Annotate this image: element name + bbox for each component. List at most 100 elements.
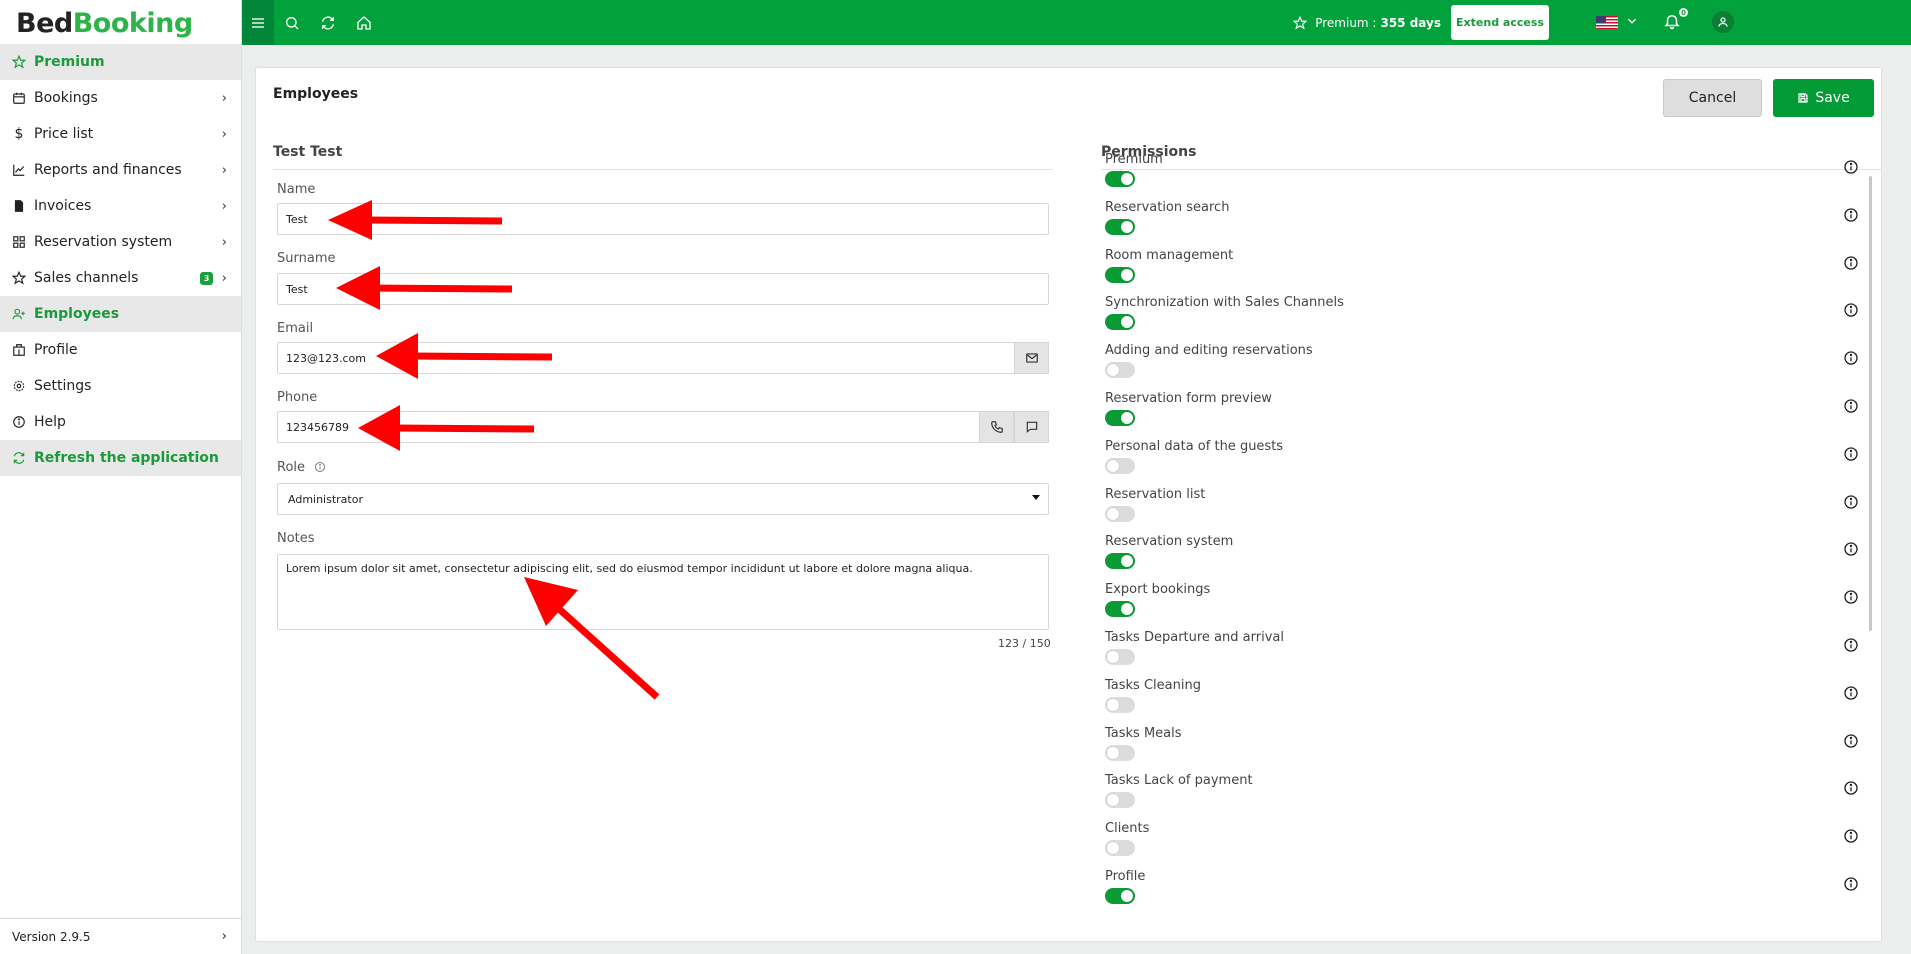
call-button[interactable] bbox=[979, 411, 1014, 443]
user-plus-icon bbox=[12, 307, 26, 321]
permission-toggle[interactable] bbox=[1105, 888, 1135, 904]
permission-toggle[interactable] bbox=[1105, 649, 1135, 665]
us-flag-icon[interactable] bbox=[1596, 15, 1618, 29]
search-icon bbox=[286, 16, 299, 29]
info-icon[interactable] bbox=[1843, 159, 1859, 175]
permission-toggle[interactable] bbox=[1105, 505, 1135, 522]
permission-toggle[interactable] bbox=[1105, 218, 1135, 235]
sync-button[interactable] bbox=[310, 0, 346, 45]
role-select[interactable]: Administrator bbox=[277, 483, 1049, 515]
permission-toggle[interactable] bbox=[1105, 410, 1135, 426]
app-logo[interactable]: BedBooking bbox=[0, 0, 241, 44]
sidebar-item-settings[interactable]: Settings bbox=[0, 368, 241, 404]
permission-toggle[interactable] bbox=[1105, 744, 1135, 761]
save-button[interactable]: Save bbox=[1773, 79, 1874, 117]
hamburger-icon bbox=[252, 17, 264, 28]
info-icon[interactable] bbox=[1843, 637, 1859, 653]
permission-row: Personal data of the guests bbox=[1101, 439, 1861, 487]
permissions-scrollbar[interactable] bbox=[1869, 176, 1872, 631]
sidebar-item-sales-channels[interactable]: Sales channels 3 › bbox=[0, 260, 241, 296]
permission-toggle[interactable] bbox=[1105, 840, 1135, 857]
permission-toggle[interactable] bbox=[1105, 696, 1135, 713]
chevron-down-icon[interactable] bbox=[1625, 13, 1639, 32]
version-label: Version 2.9.5 bbox=[12, 929, 91, 944]
sidebar-item-label: Reservation system bbox=[34, 234, 173, 250]
info-icon[interactable] bbox=[1843, 255, 1859, 271]
permission-toggle[interactable] bbox=[1105, 266, 1135, 283]
sidebar-item-label: Reports and finances bbox=[34, 162, 182, 178]
grid-icon bbox=[12, 235, 26, 249]
sidebar-item-label: Employees bbox=[34, 306, 120, 322]
permission-toggle[interactable] bbox=[1105, 314, 1135, 331]
home-icon bbox=[357, 15, 371, 30]
permission-toggle[interactable] bbox=[1105, 553, 1135, 570]
phone-input[interactable]: 123456789 bbox=[277, 411, 980, 443]
info-icon[interactable] bbox=[1843, 302, 1859, 318]
info-icon[interactable] bbox=[1843, 207, 1859, 223]
info-icon[interactable] bbox=[1843, 589, 1859, 605]
sms-button[interactable] bbox=[1014, 411, 1049, 443]
info-icon[interactable] bbox=[1843, 685, 1859, 701]
permission-row: Reservation list bbox=[1101, 487, 1861, 535]
surname-input[interactable]: Test bbox=[277, 273, 1049, 305]
sidebar-item-employees[interactable]: Employees bbox=[0, 296, 241, 332]
version-footer[interactable]: Version 2.9.5 › bbox=[0, 918, 241, 954]
user-icon bbox=[1718, 17, 1728, 27]
sidebar-item-premium[interactable]: Premium bbox=[0, 44, 241, 80]
sidebar-item-help[interactable]: Help bbox=[0, 404, 241, 440]
sidebar-item-label: Sales channels bbox=[34, 270, 139, 286]
send-email-button[interactable] bbox=[1014, 342, 1049, 374]
sidebar-item-reservation-system[interactable]: Reservation system › bbox=[0, 224, 241, 260]
permission-toggle[interactable] bbox=[1105, 792, 1135, 809]
sales-channels-badge: 3 bbox=[200, 271, 213, 285]
cancel-button[interactable]: Cancel bbox=[1663, 79, 1762, 117]
permission-toggle[interactable] bbox=[1105, 601, 1135, 618]
premium-label: Premium : bbox=[1315, 15, 1377, 30]
permission-label: Adding and editing reservations bbox=[1105, 343, 1313, 359]
email-label: Email bbox=[277, 321, 314, 336]
info-icon[interactable] bbox=[1843, 541, 1859, 557]
chevron-right-icon: › bbox=[221, 162, 227, 178]
info-icon[interactable] bbox=[1843, 828, 1859, 844]
info-icon[interactable] bbox=[1843, 733, 1859, 749]
permission-toggle[interactable] bbox=[1105, 171, 1135, 187]
bell-icon[interactable] bbox=[1663, 12, 1681, 34]
role-info-icon[interactable] bbox=[314, 461, 326, 473]
info-icon[interactable] bbox=[1843, 398, 1859, 414]
permission-label: Tasks Lack of payment bbox=[1105, 773, 1253, 789]
star-icon bbox=[12, 55, 26, 69]
home-button[interactable] bbox=[346, 0, 382, 45]
sidebar-item-profile[interactable]: Profile bbox=[0, 332, 241, 368]
sidebar-item-invoices[interactable]: Invoices › bbox=[0, 188, 241, 224]
sidebar-item-refresh[interactable]: Refresh the application bbox=[0, 440, 241, 476]
sidebar-item-reports[interactable]: Reports and finances › bbox=[0, 152, 241, 188]
permission-label: Synchronization with Sales Channels bbox=[1105, 295, 1344, 311]
name-input[interactable]: Test bbox=[277, 203, 1049, 235]
info-icon[interactable] bbox=[1843, 350, 1859, 366]
gear-icon bbox=[12, 379, 26, 393]
permission-toggle[interactable] bbox=[1105, 362, 1135, 379]
permission-row: Tasks Departure and arrival bbox=[1101, 630, 1861, 678]
permission-toggle[interactable] bbox=[1105, 457, 1135, 474]
mail-icon bbox=[1025, 353, 1038, 363]
notes-textarea[interactable]: Lorem ipsum dolor sit amet, consectetur … bbox=[277, 554, 1049, 630]
role-label: Role bbox=[277, 460, 306, 475]
info-icon[interactable] bbox=[1843, 446, 1859, 462]
divider bbox=[273, 169, 1053, 170]
search-button[interactable] bbox=[274, 0, 310, 45]
email-input[interactable]: 123@123.com bbox=[277, 342, 1015, 374]
menu-toggle-button[interactable] bbox=[242, 0, 274, 45]
info-icon[interactable] bbox=[1843, 780, 1859, 796]
sidebar-item-bookings[interactable]: Bookings › bbox=[0, 80, 241, 116]
info-icon[interactable] bbox=[1843, 494, 1859, 510]
permission-row: Export bookings bbox=[1101, 582, 1861, 630]
sidebar-item-price-list[interactable]: $ Price list › bbox=[0, 116, 241, 152]
sidebar-item-label: Bookings bbox=[34, 90, 98, 106]
permission-row: Tasks Cleaning bbox=[1101, 678, 1861, 726]
user-menu-button[interactable] bbox=[1712, 11, 1734, 33]
info-icon[interactable] bbox=[1843, 876, 1859, 892]
sidebar-item-label: Profile bbox=[34, 342, 78, 358]
sidebar-item-label: Premium bbox=[34, 54, 105, 70]
star-outline-icon bbox=[12, 271, 26, 285]
extend-access-button[interactable]: Extend access bbox=[1451, 5, 1549, 40]
